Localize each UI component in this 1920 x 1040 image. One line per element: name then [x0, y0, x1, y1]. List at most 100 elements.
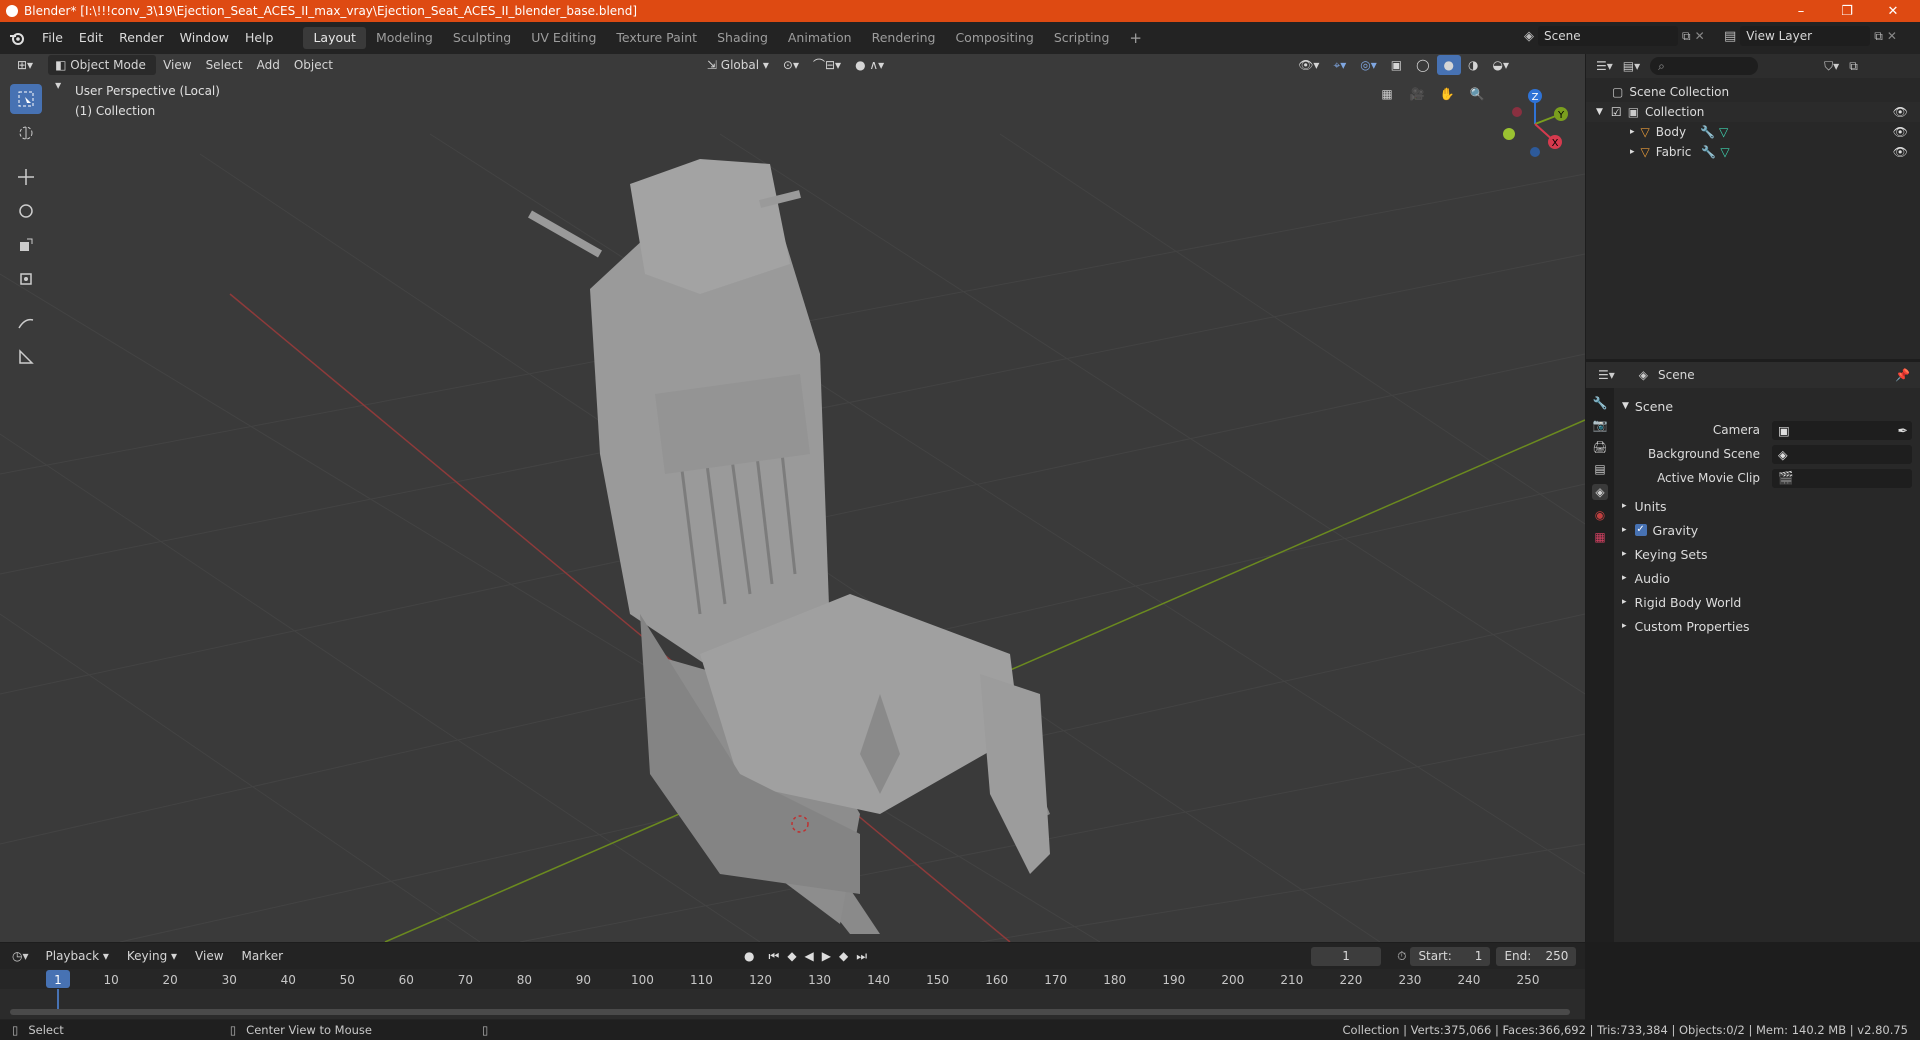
tab-animation[interactable]: Animation [778, 27, 862, 49]
tool-settings-tab-icon[interactable]: 🔧 [1593, 396, 1608, 410]
panel-keying-sets[interactable]: ▸ Keying Sets [1622, 542, 1912, 566]
stopwatch-icon[interactable]: ⏱ [1397, 949, 1406, 964]
menu-playback[interactable]: Playback ▾ [39, 946, 116, 966]
add-workspace-button[interactable]: + [1119, 27, 1152, 49]
maximize-button[interactable]: ❐ [1824, 0, 1870, 22]
tab-modeling[interactable]: Modeling [366, 27, 443, 49]
play-icon[interactable]: ▶ [822, 949, 831, 964]
scene-name-field[interactable]: Scene [1538, 26, 1678, 46]
pan-hand-icon[interactable]: ✋ [1435, 82, 1459, 106]
visibility-eye-icon[interactable]: 👁 [1893, 145, 1908, 159]
snap-icon[interactable]: ⌒⊟▾ [806, 55, 848, 75]
camera-view-icon[interactable]: 🎥 [1405, 82, 1429, 106]
next-keyframe-icon[interactable]: ◆ [839, 949, 848, 964]
tab-shading[interactable]: Shading [707, 27, 778, 49]
current-frame-field[interactable]: 1 [1311, 946, 1382, 966]
collection-checkbox[interactable]: ☑ [1611, 105, 1622, 119]
select-box-icon[interactable] [10, 84, 42, 114]
mode-selector[interactable]: ◧ Object Mode ▾ [48, 55, 157, 92]
modifier-wrench-icon[interactable]: 🔧 [1700, 125, 1715, 139]
record-icon[interactable]: ● [744, 949, 754, 964]
play-reverse-icon[interactable]: ◀ [805, 949, 814, 964]
tab-scripting[interactable]: Scripting [1044, 27, 1120, 49]
start-frame-field[interactable]: Start: 1 [1410, 946, 1491, 966]
remove-scene-icon[interactable]: ✕ [1695, 29, 1705, 43]
transform-icon[interactable] [10, 264, 42, 294]
3d-viewport[interactable]: ⊞▾ ◧ Object Mode ▾ View Select Add Objec… [0, 54, 1585, 942]
scale-icon[interactable] [10, 230, 42, 260]
xray-icon[interactable]: ▣ [1384, 55, 1409, 75]
mesh-data-icon[interactable]: ▽ [1720, 145, 1729, 159]
blender-menu-icon[interactable] [0, 31, 34, 45]
eyedropper-icon[interactable]: ✒ [1898, 423, 1908, 438]
new-view-layer-icon[interactable]: ⧉ [1874, 29, 1883, 44]
collapse-arrow-icon[interactable]: ▼ [1596, 107, 1603, 117]
cursor-icon[interactable] [10, 118, 42, 148]
tab-sculpting[interactable]: Sculpting [443, 27, 521, 49]
menu-keying[interactable]: Keying ▾ [120, 946, 184, 966]
panel-audio[interactable]: ▸ Audio [1622, 566, 1912, 590]
rotate-icon[interactable] [10, 196, 42, 226]
visibility-eye-icon[interactable]: 👁 [1893, 105, 1908, 119]
scene-selector[interactable]: ◈ Scene ⧉ ✕ [1524, 26, 1705, 46]
render-tab-icon[interactable]: 📷 [1593, 418, 1608, 432]
remove-view-layer-icon[interactable]: ✕ [1887, 29, 1897, 43]
background-scene-field[interactable]: ◈ [1772, 444, 1912, 464]
editor-type-icon[interactable]: ⊞▾ [10, 55, 40, 75]
close-button[interactable]: ✕ [1870, 0, 1916, 22]
menu-render[interactable]: Render [111, 27, 172, 49]
display-mode-icon[interactable]: ▤▾ [1623, 59, 1640, 73]
texture-tab-icon[interactable]: ▦ [1594, 530, 1605, 544]
new-collection-icon[interactable]: ⧉ [1849, 59, 1858, 74]
properties-editor-icon[interactable]: ☰▾ [1598, 368, 1615, 382]
tab-layout[interactable]: Layout [303, 27, 366, 49]
minimize-button[interactable]: – [1778, 0, 1824, 22]
axis-gizmo[interactable]: Z Y X [1495, 84, 1575, 164]
timeline-editor-icon[interactable]: ◷▾ [12, 949, 29, 963]
move-icon[interactable] [10, 162, 42, 192]
camera-field[interactable]: ▣ ✒ [1772, 420, 1912, 440]
proportional-edit-icon[interactable]: ● ∧▾ [848, 55, 891, 75]
timeline-track-area[interactable]: 1 10 20 30 40 50 60 70 80 90 100 110 120 130 140 150 160… [0, 969, 1585, 1019]
rendered-shading-icon[interactable]: ◒▾ [1485, 55, 1516, 75]
visibility-icon[interactable]: 👁▾ [1291, 55, 1326, 75]
end-frame-field[interactable]: End: 250 [1496, 946, 1577, 966]
toggle-perspective-icon[interactable]: ▦ [1375, 82, 1399, 106]
menu-help[interactable]: Help [237, 27, 282, 49]
timeline-scrollbar[interactable] [10, 1009, 1570, 1015]
view-layer-selector[interactable]: ▤ View Layer ⧉ ✕ [1724, 26, 1897, 46]
view-layer-field[interactable]: View Layer [1740, 26, 1871, 46]
panel-custom-properties[interactable]: ▸ Custom Properties [1622, 614, 1912, 638]
tab-compositing[interactable]: Compositing [945, 27, 1043, 49]
menu-marker[interactable]: Marker [235, 946, 290, 966]
outliner-object-body[interactable]: ▸ ▽ Body 🔧 ▽ 👁 [1586, 122, 1920, 142]
modifier-wrench-icon[interactable]: 🔧 [1701, 145, 1716, 159]
menu-view[interactable]: View [156, 55, 198, 75]
scene-tab-icon[interactable]: ◈ [1592, 484, 1608, 500]
jump-end-icon[interactable]: ⏭ [856, 949, 867, 964]
filter-icon[interactable]: ⛉▾ [1824, 59, 1839, 74]
wireframe-shading-icon[interactable]: ◯ [1409, 55, 1436, 75]
scene-section-header[interactable]: ▼ Scene [1622, 394, 1912, 418]
menu-object[interactable]: Object [287, 55, 340, 75]
pivot-point-icon[interactable]: ⊙▾ [776, 55, 806, 75]
world-tab-icon[interactable]: ◉ [1595, 508, 1605, 522]
annotate-icon[interactable] [10, 308, 42, 338]
menu-window[interactable]: Window [172, 27, 237, 49]
zoom-icon[interactable]: 🔍 [1465, 82, 1489, 106]
outliner-search-input[interactable]: ⌕ [1650, 57, 1759, 75]
jump-start-icon[interactable]: ⏮ [769, 949, 780, 964]
menu-add[interactable]: Add [250, 55, 287, 75]
ejection-seat-model[interactable] [528, 159, 1050, 934]
panel-rigid-body-world[interactable]: ▸ Rigid Body World [1622, 590, 1912, 614]
gravity-checkbox[interactable]: ✓ [1634, 524, 1647, 536]
overlay-toggle-icon[interactable]: ◎▾ [1353, 55, 1384, 75]
transform-orientation-selector[interactable]: ⇲ Global ▾ [700, 55, 776, 75]
collection-row[interactable]: ▼ ☑ ▣ Collection 👁 [1586, 102, 1920, 122]
material-shading-icon[interactable]: ◑ [1461, 55, 1485, 75]
panel-units[interactable]: ▸ Units [1622, 494, 1912, 518]
tab-texture-paint[interactable]: Texture Paint [606, 27, 707, 49]
panel-gravity[interactable]: ▸ ✓ Gravity [1622, 518, 1912, 542]
movie-clip-field[interactable]: 🎬 [1772, 468, 1912, 488]
scene-collection-row[interactable]: ▢ Scene Collection [1586, 82, 1920, 102]
